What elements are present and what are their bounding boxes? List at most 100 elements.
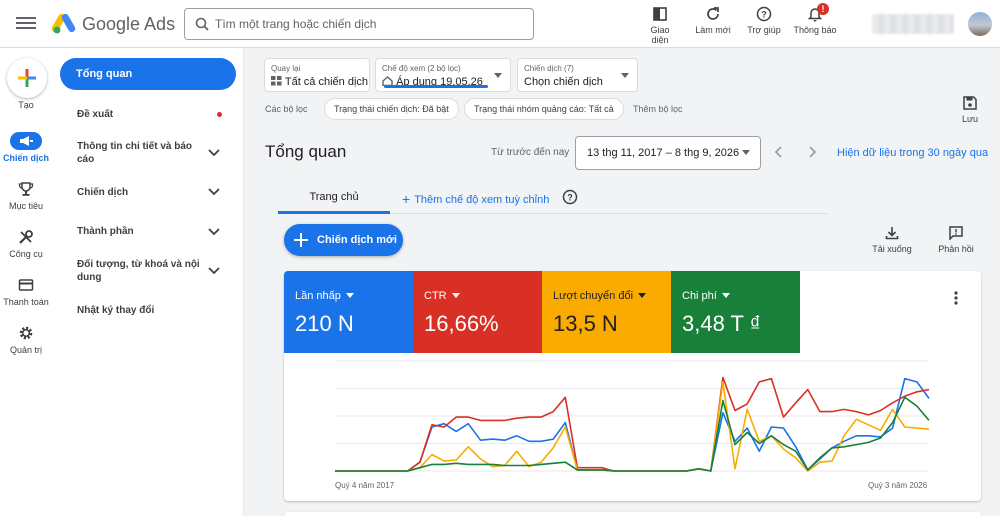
svg-text:?: ? bbox=[761, 10, 767, 20]
plus-icon bbox=[18, 69, 36, 87]
top-bar: Google Ads Giao diện Làm mới ? Trợ giúp … bbox=[0, 0, 1000, 48]
refresh-button[interactable]: Làm mới bbox=[694, 6, 732, 35]
search-input[interactable] bbox=[215, 15, 515, 33]
notification-badge: ! bbox=[817, 3, 829, 15]
nav-label: Nhật ký thay đổi bbox=[77, 305, 155, 316]
metric-value: 16,66% bbox=[424, 311, 499, 336]
chevron-down-icon[interactable] bbox=[208, 149, 220, 157]
avatar[interactable] bbox=[968, 12, 992, 36]
gear-icon bbox=[19, 326, 33, 340]
metric-conversions[interactable]: Lượt chuyển đổi 13,5 N bbox=[542, 271, 671, 353]
new-campaign-label: Chiến dịch mới bbox=[317, 234, 397, 246]
chevron-right-icon[interactable] bbox=[806, 146, 818, 158]
performance-card: Lần nhấp 210 N CTR 16,66% Lượt chuyển đổ… bbox=[284, 271, 981, 501]
metric-value: 210 N bbox=[295, 311, 354, 336]
metric-name: Chi phí bbox=[682, 290, 717, 302]
appearance-label: Giao diện bbox=[650, 25, 670, 45]
metric-cost[interactable]: Chi phí 3,48 T ₫ bbox=[671, 271, 800, 353]
nav-item-overview[interactable]: Tổng quan bbox=[60, 58, 236, 90]
rail-label-tools: Công cụ bbox=[9, 249, 43, 259]
new-campaign-button[interactable]: Chiến dịch mới bbox=[284, 224, 403, 256]
left-rail: Tạo Chiến dịch Mục tiêu Công cụ Thanh to… bbox=[0, 48, 52, 516]
help-icon[interactable]: ? bbox=[562, 189, 578, 205]
more-vert-icon[interactable] bbox=[954, 291, 958, 305]
back-selector[interactable]: Quay lại Tất cả chiến dịch bbox=[264, 58, 370, 92]
filter-chip-adgroup-status[interactable]: Trạng thái nhóm quảng cáo: Tất cả bbox=[464, 98, 624, 120]
add-filter-button[interactable]: Thêm bộ lọc bbox=[633, 104, 683, 114]
refresh-icon bbox=[707, 7, 719, 20]
account-name[interactable] bbox=[872, 14, 954, 34]
create-label: Tạo bbox=[18, 100, 34, 110]
campaign-value: Chọn chiến dịch bbox=[524, 76, 603, 88]
metric-ctr[interactable]: CTR 16,66% bbox=[413, 271, 542, 353]
filter-chip-campaign-status[interactable]: Trạng thái chiến dịch: Đã bật bbox=[324, 98, 459, 120]
caret-down-icon bbox=[621, 73, 629, 78]
chevron-down-icon[interactable] bbox=[208, 228, 220, 236]
recommendations-badge bbox=[217, 112, 222, 117]
view-underline bbox=[384, 85, 488, 88]
help-label: Trợ giúp bbox=[747, 25, 781, 35]
rail-item-goals[interactable]: Mục tiêu bbox=[0, 180, 52, 211]
feedback-button[interactable]: Phản hồi bbox=[936, 226, 976, 254]
notifications-button[interactable]: ! Thông báo bbox=[793, 3, 837, 35]
nav-label: Thông tin chi tiết và báo cáo bbox=[77, 141, 192, 165]
metric-value: 13,5 N bbox=[553, 311, 618, 336]
nav-label: Đề xuất bbox=[77, 109, 114, 120]
rail-item-tools[interactable]: Công cụ bbox=[0, 228, 52, 259]
tab-home[interactable]: Trang chủ bbox=[278, 191, 390, 203]
series-line bbox=[335, 381, 930, 472]
date-range-picker[interactable]: 13 thg 11, 2017 – 8 thg 9, 2026 bbox=[575, 136, 761, 170]
campaign-selector[interactable]: Chiến dịch (7) Chọn chiến dịch bbox=[517, 58, 638, 92]
back-value: Tất cả chiến dịch bbox=[271, 76, 368, 88]
appearance-icon bbox=[653, 7, 667, 21]
save-icon bbox=[963, 96, 977, 110]
rail-item-billing[interactable]: Thanh toán bbox=[0, 276, 52, 307]
chevron-down-icon[interactable] bbox=[208, 188, 220, 196]
plus-icon bbox=[294, 233, 308, 247]
tab-add-custom-view[interactable]: + Thêm chế độ xem tuỳ chỉnh bbox=[402, 191, 549, 207]
feedback-icon bbox=[949, 226, 963, 240]
save-label: Lưu bbox=[961, 114, 979, 124]
last-30-days-link[interactable]: Hiện dữ liệu trong 30 ngày qua bbox=[837, 147, 988, 159]
help-button[interactable]: ? Trợ giúp bbox=[745, 6, 783, 35]
help-icon: ? bbox=[756, 6, 772, 22]
search-box[interactable] bbox=[184, 8, 534, 40]
plus-icon: + bbox=[402, 191, 411, 207]
rail-label-goals: Mục tiêu bbox=[8, 201, 43, 211]
chevron-down-icon[interactable] bbox=[208, 267, 220, 275]
nav-item-audiences[interactable]: Đối tượng, từ khoá và nội dung bbox=[77, 258, 202, 284]
nav-item-campaigns[interactable]: Chiến dịch bbox=[77, 186, 227, 199]
nav-item-assets[interactable]: Thành phần bbox=[77, 225, 227, 238]
nav-label: Chiến dịch bbox=[77, 187, 129, 198]
view-selector[interactable]: Chế độ xem (2 bộ lọc) Áp dụng 19.05.26 bbox=[375, 58, 511, 92]
notifications-label: Thông báo bbox=[793, 25, 837, 35]
x-axis-start-label: Quý 4 năm 2017 bbox=[335, 481, 395, 490]
series-line bbox=[335, 377, 930, 472]
menu-icon[interactable] bbox=[16, 14, 36, 34]
metric-clicks[interactable]: Lần nhấp 210 N bbox=[284, 271, 413, 353]
filters-label: Các bộ lọc bbox=[265, 104, 308, 114]
rail-item-admin[interactable]: Quản trị bbox=[0, 324, 52, 355]
date-range-label: Từ trước đến nay bbox=[491, 147, 570, 158]
nav-label: Đối tượng, từ khoá và nội dung bbox=[77, 259, 200, 283]
brand-name: Google Ads bbox=[82, 14, 176, 34]
caret-down-icon bbox=[742, 150, 750, 155]
grid-icon bbox=[271, 76, 282, 86]
nav-label: Thành phần bbox=[77, 226, 134, 237]
rail-item-campaigns[interactable]: Chiến dịch bbox=[0, 132, 52, 163]
download-button[interactable]: Tải xuống bbox=[870, 226, 914, 254]
nav-item-recommendations[interactable]: Đề xuất bbox=[77, 108, 227, 121]
nav-panel: Tổng quan Đề xuất Thông tin chi tiết và … bbox=[52, 48, 244, 516]
caret-down-icon bbox=[721, 293, 730, 298]
nav-item-insights[interactable]: Thông tin chi tiết và báo cáo bbox=[77, 140, 202, 166]
nav-item-change-history[interactable]: Nhật ký thay đổi bbox=[77, 304, 227, 317]
tab-add-label: Thêm chế độ xem tuỳ chỉnh bbox=[414, 194, 550, 206]
x-axis-end-label: Quý 3 năm 2026 bbox=[868, 481, 928, 490]
create-button[interactable] bbox=[7, 58, 47, 98]
save-button[interactable]: Lưu bbox=[955, 96, 985, 124]
search-icon bbox=[195, 17, 209, 31]
series-line bbox=[335, 376, 930, 472]
rail-label-campaigns: Chiến dịch bbox=[2, 153, 49, 163]
appearance-button[interactable]: Giao diện bbox=[641, 6, 679, 45]
chevron-left-icon[interactable] bbox=[773, 146, 785, 158]
